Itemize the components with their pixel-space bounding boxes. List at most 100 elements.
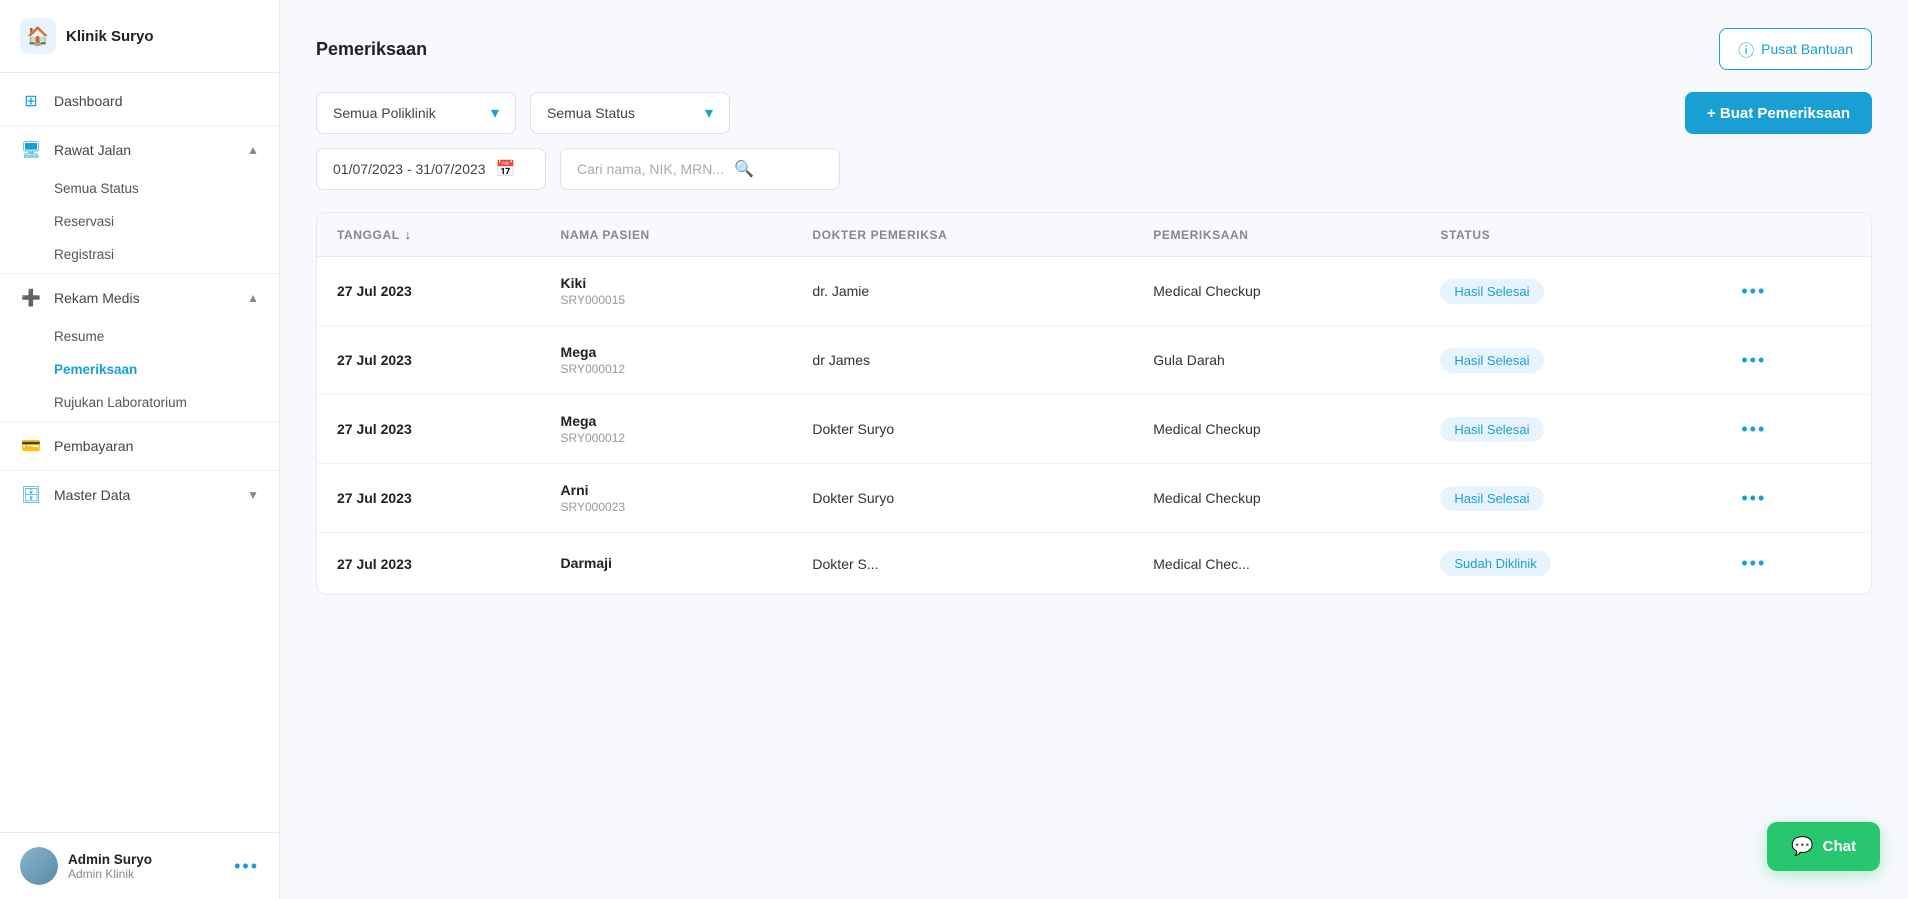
sidebar-sub-item-resume[interactable]: Resume <box>0 320 279 353</box>
cell-exam-0: Medical Checkup <box>1133 257 1420 326</box>
chevron-up-icon-2: ▲ <box>247 291 259 305</box>
help-label: Pusat Bantuan <box>1761 41 1853 57</box>
row-action-button[interactable]: ••• <box>1733 346 1774 374</box>
row-action-button[interactable]: ••• <box>1733 415 1774 443</box>
sidebar-sub-item-registrasi[interactable]: Registrasi <box>0 238 279 271</box>
user-role: Admin Klinik <box>68 867 224 881</box>
sidebar-nav: ⊞ Dashboard 🖥 Rawat Jalan ▲ Semua Status… <box>0 73 279 832</box>
cell-doctor-4: Dokter S... <box>792 533 1133 595</box>
cell-date-3: 27 Jul 2023 <box>317 464 541 533</box>
table-row: 27 Jul 2023 Darmaji Dokter S... Medical … <box>317 533 1871 595</box>
status-label: Semua Status <box>547 105 635 121</box>
status-badge: Hasil Selesai <box>1440 348 1543 373</box>
avatar-image <box>20 847 58 885</box>
sidebar-item-label: Rawat Jalan <box>54 142 235 158</box>
rawat-jalan-icon: 🖥 <box>20 139 42 161</box>
sidebar-item-rekam-medis[interactable]: ➕ Rekam Medis ▲ <box>0 276 279 320</box>
row-action-button[interactable]: ••• <box>1733 277 1774 305</box>
cell-date-2: 27 Jul 2023 <box>317 395 541 464</box>
sidebar-item-label: Dashboard <box>54 93 259 109</box>
sidebar-sub-item-semua-status[interactable]: Semua Status <box>0 172 279 205</box>
sidebar-sub-item-pemeriksaan[interactable]: Pemeriksaan <box>0 353 279 386</box>
row-action-button[interactable]: ••• <box>1733 549 1774 577</box>
status-filter[interactable]: Semua Status ▾ <box>530 92 730 134</box>
cell-status-0: Hasil Selesai <box>1420 257 1713 326</box>
nav-divider-3 <box>0 421 279 422</box>
cell-exam-2: Medical Checkup <box>1133 395 1420 464</box>
help-icon: ⓘ <box>1738 37 1754 61</box>
col-actions <box>1713 213 1871 257</box>
user-name: Admin Suryo <box>68 852 224 867</box>
sidebar-item-label: Master Data <box>54 487 235 503</box>
sidebar-item-pembayaran[interactable]: 💳 Pembayaran <box>0 424 279 468</box>
cell-patient-0: Kiki SRY000015 <box>541 257 793 326</box>
col-nama-pasien: NAMA PASIEN <box>541 213 793 257</box>
nav-divider-2 <box>0 273 279 274</box>
table-row: 27 Jul 2023 Arni SRY000023 Dokter Suryo … <box>317 464 1871 533</box>
table-row: 27 Jul 2023 Mega SRY000012 Dokter Suryo … <box>317 395 1871 464</box>
date-range-picker[interactable]: 01/07/2023 - 31/07/2023 📅 <box>316 148 546 190</box>
sidebar-sub-item-reservasi[interactable]: Reservasi <box>0 205 279 238</box>
main-content: Pemeriksaan ⓘ Pusat Bantuan Semua Polikl… <box>280 0 1908 899</box>
search-placeholder: Cari nama, NIK, MRN... <box>577 161 724 177</box>
cell-status-4: Sudah Diklinik <box>1420 533 1713 595</box>
pembayaran-icon: 💳 <box>20 435 42 457</box>
col-dokter: DOKTER PEMERIKSA <box>792 213 1133 257</box>
sidebar-item-rawat-jalan[interactable]: 🖥 Rawat Jalan ▲ <box>0 128 279 172</box>
row-action-button[interactable]: ••• <box>1733 484 1774 512</box>
sidebar: 🏠 Klinik Suryo ⊞ Dashboard 🖥 Rawat Jalan… <box>0 0 280 899</box>
footer-info: Admin Suryo Admin Klinik <box>68 852 224 881</box>
status-badge: Sudah Diklinik <box>1440 551 1550 576</box>
sort-icon: ↓ <box>405 227 412 242</box>
cell-patient-2: Mega SRY000012 <box>541 395 793 464</box>
cell-action-1[interactable]: ••• <box>1713 326 1871 395</box>
data-table-container: TANGGAL ↓ NAMA PASIEN DOKTER PEMERIKSA P… <box>316 212 1872 595</box>
avatar <box>20 847 58 885</box>
cell-action-2[interactable]: ••• <box>1713 395 1871 464</box>
sidebar-sub-item-rujukan-lab[interactable]: Rujukan Laboratorium <box>0 386 279 419</box>
sidebar-item-label: Pembayaran <box>54 438 259 454</box>
chat-button[interactable]: 💬 Chat <box>1767 822 1880 871</box>
cell-date-1: 27 Jul 2023 <box>317 326 541 395</box>
cell-doctor-0: dr. Jamie <box>792 257 1133 326</box>
table-row: 27 Jul 2023 Kiki SRY000015 dr. Jamie Med… <box>317 257 1871 326</box>
chevron-down-icon-poliklinik: ▾ <box>491 103 499 123</box>
poliklinik-filter[interactable]: Semua Poliklinik ▾ <box>316 92 516 134</box>
sidebar-item-master-data[interactable]: 🗄 Master Data ▼ <box>0 473 279 517</box>
cell-status-1: Hasil Selesai <box>1420 326 1713 395</box>
col-tanggal: TANGGAL ↓ <box>317 213 541 257</box>
sidebar-logo: 🏠 Klinik Suryo <box>0 0 279 73</box>
search-icon: 🔍 <box>734 159 754 179</box>
data-table: TANGGAL ↓ NAMA PASIEN DOKTER PEMERIKSA P… <box>317 213 1871 594</box>
cell-action-0[interactable]: ••• <box>1713 257 1871 326</box>
dashboard-icon: ⊞ <box>20 90 42 112</box>
cell-patient-1: Mega SRY000012 <box>541 326 793 395</box>
cell-doctor-1: dr James <box>792 326 1133 395</box>
cell-patient-3: Arni SRY000023 <box>541 464 793 533</box>
cell-exam-4: Medical Chec... <box>1133 533 1420 595</box>
cell-doctor-2: Dokter Suryo <box>792 395 1133 464</box>
cell-date-0: 27 Jul 2023 <box>317 257 541 326</box>
table-row: 27 Jul 2023 Mega SRY000012 dr James Gula… <box>317 326 1871 395</box>
user-menu-button[interactable]: ••• <box>234 856 259 877</box>
rekam-medis-icon: ➕ <box>20 287 42 309</box>
search-row: 01/07/2023 - 31/07/2023 📅 Cari nama, NIK… <box>316 148 1872 190</box>
cell-action-4[interactable]: ••• <box>1713 533 1871 595</box>
create-label: + Buat Pemeriksaan <box>1707 105 1850 122</box>
create-button[interactable]: + Buat Pemeriksaan <box>1685 92 1872 134</box>
table-header-row: TANGGAL ↓ NAMA PASIEN DOKTER PEMERIKSA P… <box>317 213 1871 257</box>
nav-section-main: ⊞ Dashboard 🖥 Rawat Jalan ▲ Semua Status… <box>0 73 279 523</box>
help-button[interactable]: ⓘ Pusat Bantuan <box>1719 28 1872 70</box>
chat-icon: 💬 <box>1791 836 1813 857</box>
header-row: Pemeriksaan ⓘ Pusat Bantuan <box>316 28 1872 70</box>
chat-label: Chat <box>1823 838 1856 855</box>
cell-patient-4: Darmaji <box>541 533 793 595</box>
chevron-up-icon: ▲ <box>247 143 259 157</box>
sidebar-footer: Admin Suryo Admin Klinik ••• <box>0 832 279 899</box>
filter-row: Semua Poliklinik ▾ Semua Status ▾ + Buat… <box>316 92 1872 134</box>
search-input-container[interactable]: Cari nama, NIK, MRN... 🔍 <box>560 148 840 190</box>
sidebar-item-dashboard[interactable]: ⊞ Dashboard <box>0 79 279 123</box>
nav-divider-4 <box>0 470 279 471</box>
cell-action-3[interactable]: ••• <box>1713 464 1871 533</box>
nav-divider-1 <box>0 125 279 126</box>
